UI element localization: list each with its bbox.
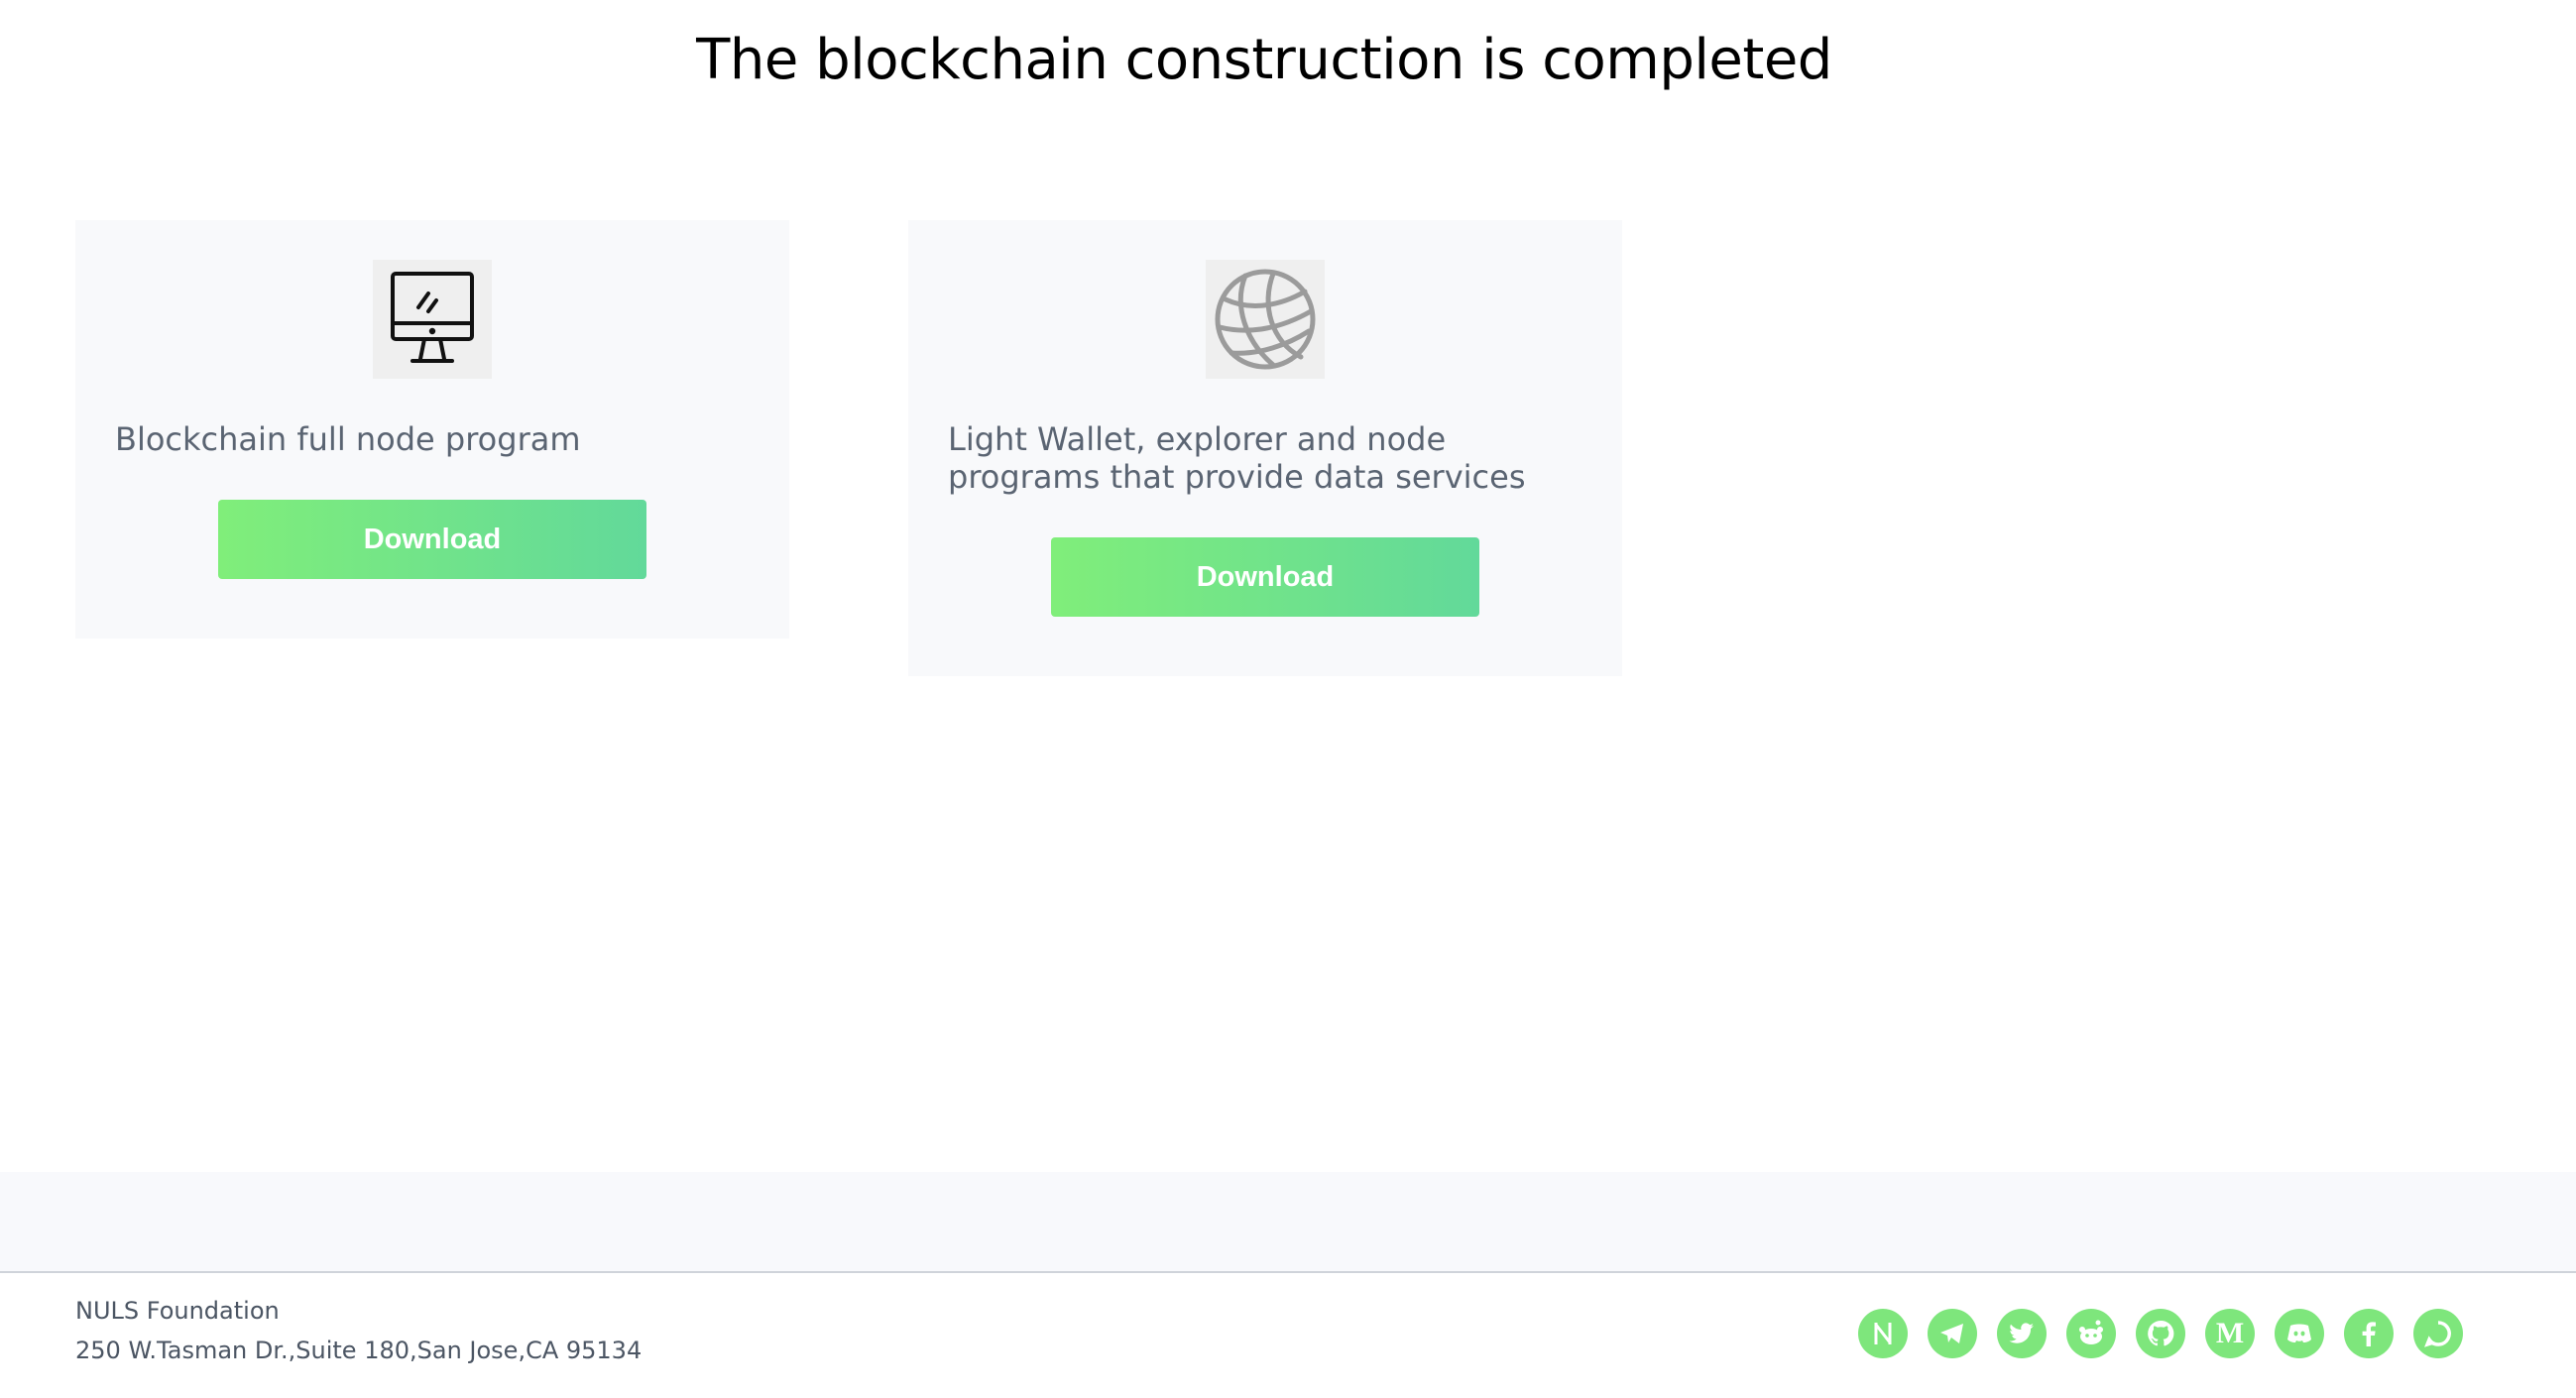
telegram-icon[interactable] [1928,1309,1977,1358]
social-links: M [1858,1309,2463,1358]
footer-band [0,1172,2576,1273]
footer: NULS Foundation 250 W.Tasman Dr.,Suite 1… [0,1273,2576,1398]
globe-icon [1206,260,1325,379]
medium-icon[interactable]: M [2205,1309,2255,1358]
reddit-icon[interactable] [2066,1309,2116,1358]
chat-icon[interactable] [2413,1309,2463,1358]
full-node-card: Blockchain full node program Download [75,220,789,639]
page: The blockchain construction is completed… [0,0,2576,1398]
footer-org-name: NULS Foundation [75,1297,280,1325]
card-description: Blockchain full node program [115,420,581,458]
nuls-icon[interactable] [1858,1309,1908,1358]
discord-icon[interactable] [2275,1309,2324,1358]
github-icon[interactable] [2136,1309,2185,1358]
footer-address: 250 W.Tasman Dr.,Suite 180,San Jose,CA 9… [75,1337,643,1364]
desktop-monitor-icon [373,260,492,379]
page-title: The blockchain construction is completed [696,28,1832,92]
download-button[interactable]: Download [1051,537,1479,617]
facebook-icon[interactable] [2344,1309,2394,1358]
card-description: Light Wallet, explorer and node programs… [948,420,1526,496]
download-button[interactable]: Download [218,500,646,579]
light-wallet-card: Light Wallet, explorer and node programs… [908,220,1622,676]
twitter-icon[interactable] [1997,1309,2047,1358]
